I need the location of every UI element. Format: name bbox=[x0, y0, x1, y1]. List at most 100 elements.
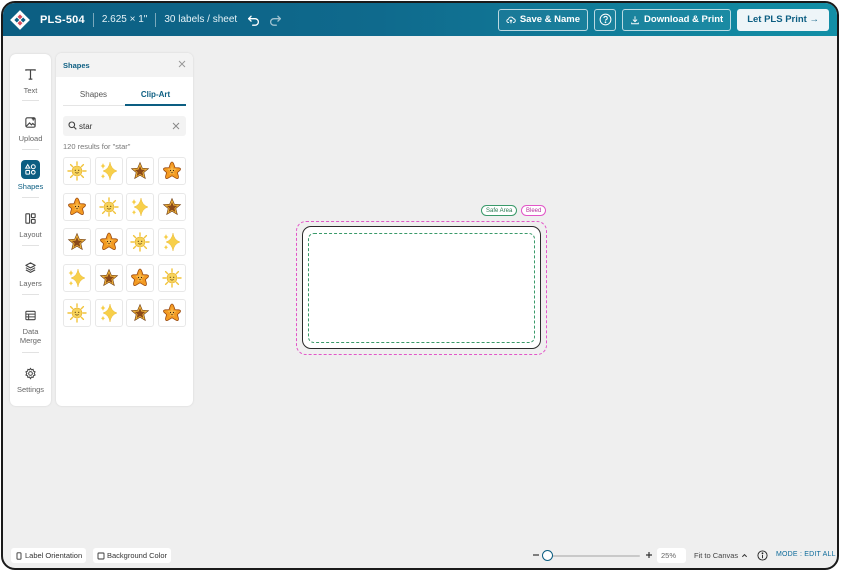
divider bbox=[22, 245, 39, 246]
zoom-out-icon[interactable] bbox=[531, 550, 541, 560]
undo-icon[interactable] bbox=[245, 12, 261, 28]
clipart-item[interactable] bbox=[63, 157, 91, 185]
clipart-item[interactable] bbox=[94, 192, 123, 221]
fit-label: Fit to Canvas bbox=[694, 551, 739, 560]
clipart-item[interactable] bbox=[157, 192, 186, 221]
left-toolbar: Text Upload Shapes Layout Layers Data Me… bbox=[10, 54, 51, 406]
clipart-item[interactable] bbox=[63, 192, 91, 221]
save-and-name-button[interactable]: Save & Name bbox=[497, 8, 589, 31]
orange-star-icon bbox=[161, 160, 183, 182]
label-orientation-button[interactable]: Label Orientation bbox=[11, 548, 87, 563]
clipart-item[interactable] bbox=[126, 192, 154, 221]
upload-icon bbox=[22, 113, 40, 131]
chevron-up-icon bbox=[742, 553, 748, 558]
toolbar-item-data-merge[interactable]: Data Merge bbox=[10, 306, 51, 345]
clipart-item[interactable] bbox=[126, 228, 154, 256]
divider bbox=[92, 12, 94, 27]
clipart-item[interactable] bbox=[126, 263, 154, 292]
clear-search-icon[interactable] bbox=[172, 122, 180, 130]
zoom-slider-handle[interactable] bbox=[542, 550, 553, 561]
sun-icon bbox=[98, 196, 120, 218]
cloud-upload-icon bbox=[506, 16, 516, 23]
clipart-item[interactable] bbox=[157, 263, 186, 292]
sun-icon bbox=[66, 160, 88, 182]
download-and-print-button[interactable]: Download & Print bbox=[622, 8, 732, 31]
background-label: Background Color bbox=[107, 551, 168, 560]
toolbar-item-layers[interactable]: Layers bbox=[10, 258, 51, 288]
clipart-item[interactable] bbox=[157, 157, 186, 185]
clipart-item[interactable] bbox=[94, 157, 123, 185]
divider bbox=[155, 12, 157, 27]
brown-star-icon bbox=[129, 302, 151, 324]
toolbar-label: Upload bbox=[18, 134, 43, 143]
zoom-level[interactable]: 25% bbox=[657, 548, 686, 563]
search-box bbox=[63, 116, 186, 136]
toolbar-label: Text bbox=[23, 86, 38, 95]
sun-icon bbox=[129, 231, 151, 253]
sparkles-icon bbox=[66, 267, 88, 289]
brown-star-icon bbox=[98, 267, 120, 289]
clipart-item[interactable] bbox=[126, 299, 154, 327]
color-swatch-icon bbox=[97, 552, 105, 559]
help-icon[interactable] bbox=[594, 8, 617, 31]
bottom-bar: Label Orientation Background Color 25% F… bbox=[3, 546, 837, 568]
zoom-slider[interactable] bbox=[547, 555, 640, 557]
panel-title: Shapes bbox=[63, 61, 90, 70]
redo-icon[interactable] bbox=[267, 12, 283, 28]
zoom-in-icon[interactable] bbox=[644, 550, 654, 560]
tab-clip-art[interactable]: Clip-Art bbox=[125, 90, 186, 99]
data-merge-icon bbox=[22, 306, 40, 324]
clipart-item[interactable] bbox=[157, 228, 186, 256]
sparkles-icon bbox=[161, 231, 183, 253]
shapes-panel: Shapes Shapes Clip-Art 120 results for "… bbox=[56, 53, 193, 406]
tab-shapes[interactable]: Shapes bbox=[63, 90, 124, 99]
bleed-tag[interactable]: Bleed bbox=[521, 205, 547, 216]
safe-area-tag[interactable]: Safe Area bbox=[481, 205, 518, 216]
search-input[interactable] bbox=[79, 119, 169, 133]
toolbar-item-text[interactable]: Text bbox=[10, 65, 51, 95]
info-icon[interactable] bbox=[757, 550, 768, 561]
layers-icon bbox=[22, 258, 40, 276]
settings-icon bbox=[22, 364, 40, 382]
app-window: PLS-504 2.625 × 1" 30 labels / sheet Sav… bbox=[1, 1, 839, 570]
labels-per-sheet: 30 labels / sheet bbox=[164, 14, 238, 25]
clipart-item[interactable] bbox=[126, 157, 154, 185]
safe-area-outline bbox=[308, 233, 535, 343]
portrait-icon bbox=[16, 551, 22, 560]
sun-icon bbox=[161, 267, 183, 289]
close-icon[interactable] bbox=[178, 60, 186, 68]
divider bbox=[22, 100, 39, 101]
save-label: Save & Name bbox=[519, 14, 581, 25]
clipart-item[interactable] bbox=[63, 299, 91, 327]
clipart-item[interactable] bbox=[63, 228, 91, 256]
clipart-item[interactable] bbox=[94, 263, 123, 292]
toolbar-label: Settings bbox=[16, 385, 45, 394]
sparkles-icon bbox=[98, 302, 120, 324]
label-size: 2.625 × 1" bbox=[101, 14, 148, 25]
toolbar-item-shapes[interactable]: Shapes bbox=[10, 160, 51, 191]
orange-star-icon bbox=[129, 267, 151, 289]
layout-icon bbox=[22, 209, 40, 227]
brown-star-icon bbox=[129, 160, 151, 182]
toolbar-label: Shapes bbox=[17, 182, 44, 191]
toolbar-item-layout[interactable]: Layout bbox=[10, 209, 51, 239]
toolbar-label: Layers bbox=[19, 279, 42, 288]
fit-to-canvas-dropdown[interactable]: Fit to Canvas bbox=[694, 551, 748, 560]
toolbar-item-upload[interactable]: Upload bbox=[10, 113, 51, 143]
pls-logo-icon[interactable] bbox=[9, 9, 31, 31]
clipart-item[interactable] bbox=[63, 263, 91, 292]
clipart-item[interactable] bbox=[157, 299, 186, 327]
background-color-button[interactable]: Background Color bbox=[93, 548, 172, 563]
orange-star-icon bbox=[161, 302, 183, 324]
clipart-item[interactable] bbox=[94, 299, 123, 327]
mode-indicator[interactable]: MODE : EDIT ALL bbox=[776, 551, 836, 558]
toolbar-item-settings[interactable]: Settings bbox=[10, 364, 51, 394]
sparkles-icon bbox=[129, 196, 151, 218]
divider bbox=[22, 294, 39, 295]
orange-star-icon bbox=[98, 231, 120, 253]
orange-star-icon bbox=[66, 196, 88, 218]
panel-header: Shapes bbox=[56, 53, 193, 77]
clipart-item[interactable] bbox=[94, 228, 123, 256]
product-code: PLS-504 bbox=[40, 13, 85, 26]
let-pls-print-button[interactable]: Let PLS Print → bbox=[737, 8, 829, 31]
